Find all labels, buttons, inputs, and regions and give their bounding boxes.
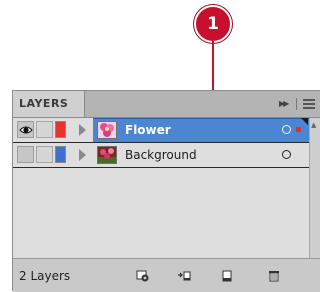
visibility-toggle[interactable] bbox=[17, 146, 34, 163]
tab-separator bbox=[296, 98, 297, 110]
expand-triangle-icon[interactable] bbox=[79, 124, 86, 136]
collapse-panel-icon[interactable]: ▶▶ bbox=[279, 99, 289, 108]
target-circle-icon[interactable] bbox=[282, 150, 291, 159]
background-thumbnail bbox=[97, 146, 117, 164]
target-circle-icon[interactable] bbox=[282, 125, 291, 134]
flower-thumbnail bbox=[97, 121, 117, 139]
panel-tab-bar: LAYERS ▶▶ bbox=[13, 91, 320, 118]
layer-row-background[interactable]: Background bbox=[13, 143, 309, 168]
delete-layer-icon[interactable] bbox=[267, 270, 281, 282]
visibility-toggle[interactable] bbox=[17, 121, 34, 138]
layers-panel: LAYERS ▶▶ Flower Background ▲ 2 Layers bbox=[12, 90, 320, 292]
lock-toggle[interactable] bbox=[36, 121, 53, 138]
layer-name[interactable]: Background bbox=[125, 148, 197, 162]
layer-color-swatch bbox=[55, 121, 66, 138]
lock-toggle[interactable] bbox=[36, 146, 53, 163]
layer-row-flower[interactable]: Flower bbox=[13, 118, 309, 143]
selection-indicator[interactable] bbox=[296, 127, 301, 132]
callout-badge: 1 bbox=[194, 5, 232, 43]
layer-count: 2 Layers bbox=[19, 269, 71, 283]
scroll-up-arrow-icon[interactable]: ▲ bbox=[311, 121, 316, 129]
layers-scrollbar[interactable]: ▲ bbox=[309, 118, 320, 258]
create-new-layer-icon[interactable] bbox=[220, 270, 234, 282]
layers-list: Flower Background bbox=[13, 118, 309, 258]
callout-number: 1 bbox=[207, 14, 219, 34]
panel-bottom-bar: 2 Layers bbox=[13, 258, 320, 292]
expand-triangle-icon[interactable] bbox=[79, 149, 86, 161]
tab-layers[interactable]: LAYERS bbox=[13, 91, 85, 117]
create-sublayer-icon[interactable] bbox=[177, 270, 191, 282]
layer-name[interactable]: Flower bbox=[125, 123, 171, 137]
make-clipping-mask-icon[interactable] bbox=[136, 270, 150, 282]
eye-icon bbox=[19, 126, 33, 134]
panel-menu-icon[interactable] bbox=[303, 99, 315, 109]
current-layer-marker bbox=[301, 118, 308, 125]
layer-color-swatch bbox=[55, 146, 66, 163]
